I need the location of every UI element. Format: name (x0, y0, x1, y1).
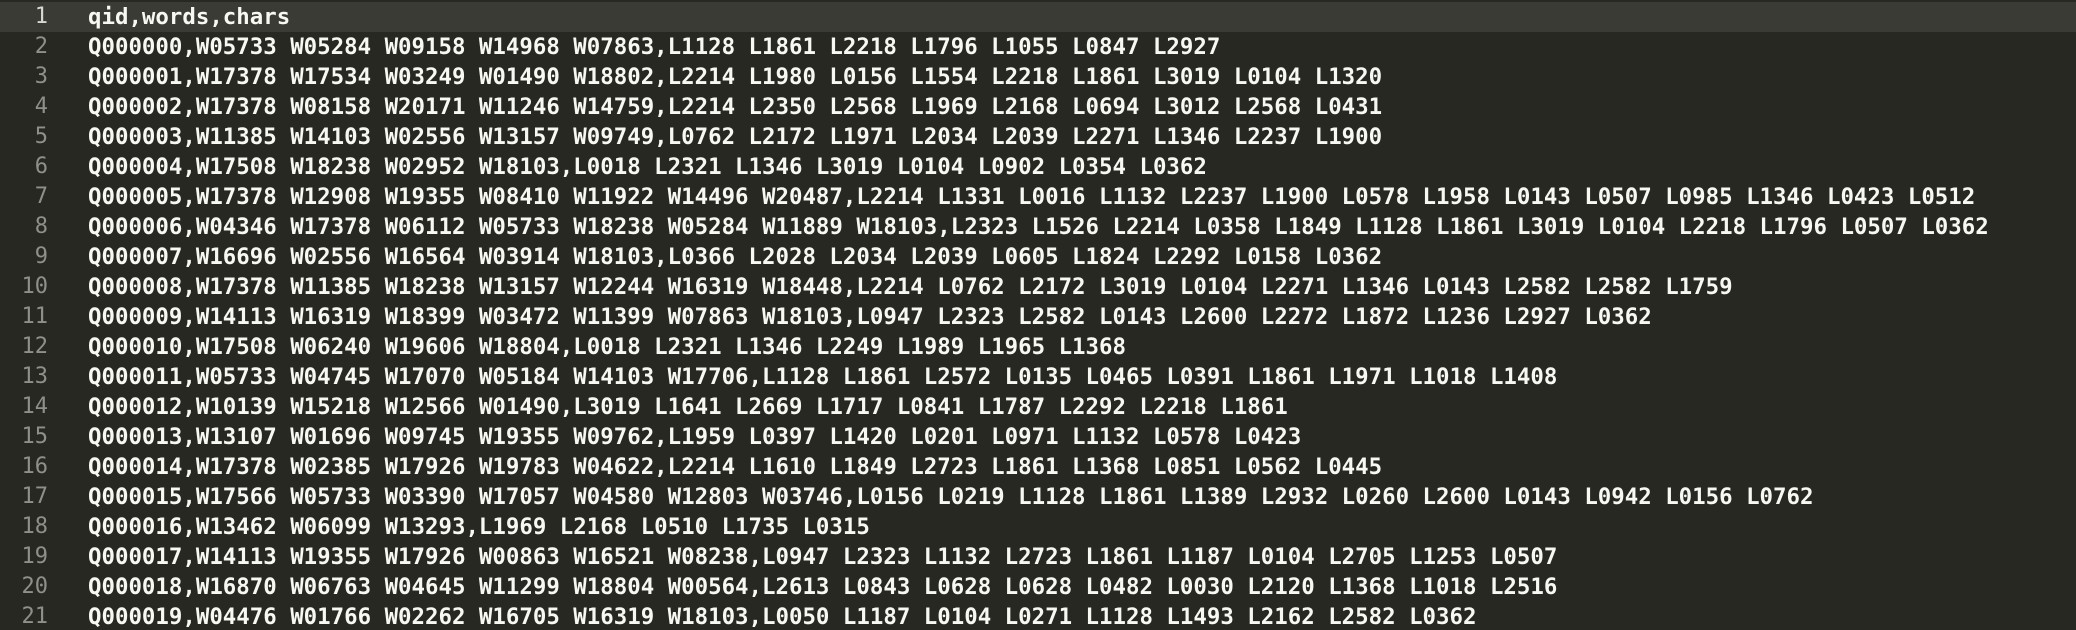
line-text[interactable]: Q000001,W17378 W17534 W03249 W01490 W188… (88, 62, 1382, 92)
line-text[interactable]: Q000002,W17378 W08158 W20171 W11246 W147… (88, 92, 1382, 122)
line-number: 12 (21, 334, 49, 359)
line-text[interactable]: Q000012,W10139 W15218 W12566 W01490,L301… (88, 392, 1288, 422)
line-text[interactable]: Q000017,W14113 W19355 W17926 W00863 W165… (88, 542, 1557, 572)
line-number: 20 (21, 574, 49, 599)
line-number: 19 (21, 544, 49, 569)
line-number: 4 (34, 94, 48, 119)
line-number: 16 (21, 454, 49, 479)
editor-line[interactable]: 1 qid,words,chars (0, 2, 2076, 32)
line-number: 18 (21, 514, 49, 539)
text-editor[interactable]: 1 qid,words,chars 2 Q000000,W05733 W0528… (0, 0, 2076, 630)
editor-line[interactable]: 9 Q000007,W16696 W02556 W16564 W03914 W1… (0, 242, 2076, 272)
line-number: 5 (34, 124, 48, 149)
editor-line[interactable]: 12 Q000010,W17508 W06240 W19606 W18804,L… (0, 332, 2076, 362)
editor-line[interactable]: 13 Q000011,W05733 W04745 W17070 W05184 W… (0, 362, 2076, 392)
line-text[interactable]: Q000014,W17378 W02385 W17926 W19783 W046… (88, 452, 1382, 482)
line-text[interactable]: Q000015,W17566 W05733 W03390 W17057 W045… (88, 482, 1813, 512)
line-text[interactable]: Q000018,W16870 W06763 W04645 W11299 W188… (88, 572, 1557, 602)
code-area[interactable]: 1 qid,words,chars 2 Q000000,W05733 W0528… (0, 0, 2076, 630)
line-number: 15 (21, 424, 49, 449)
line-text[interactable]: Q000016,W13462 W06099 W13293,L1969 L2168… (88, 512, 870, 542)
line-number: 14 (21, 394, 49, 419)
editor-line[interactable]: 14 Q000012,W10139 W15218 W12566 W01490,L… (0, 392, 2076, 422)
line-text[interactable]: Q000003,W11385 W14103 W02556 W13157 W097… (88, 122, 1382, 152)
line-number: 21 (21, 604, 49, 629)
editor-line[interactable]: 19 Q000017,W14113 W19355 W17926 W00863 W… (0, 542, 2076, 572)
editor-line[interactable]: 17 Q000015,W17566 W05733 W03390 W17057 W… (0, 482, 2076, 512)
editor-line[interactable]: 2 Q000000,W05733 W05284 W09158 W14968 W0… (0, 32, 2076, 62)
line-number: 2 (34, 34, 48, 59)
line-number: 10 (21, 274, 49, 299)
editor-line[interactable]: 15 Q000013,W13107 W01696 W09745 W19355 W… (0, 422, 2076, 452)
editor-line[interactable]: 18 Q000016,W13462 W06099 W13293,L1969 L2… (0, 512, 2076, 542)
line-text[interactable]: Q000005,W17378 W12908 W19355 W08410 W119… (88, 182, 1975, 212)
line-text[interactable]: Q000007,W16696 W02556 W16564 W03914 W181… (88, 242, 1382, 272)
editor-line[interactable]: 16 Q000014,W17378 W02385 W17926 W19783 W… (0, 452, 2076, 482)
editor-line[interactable]: 8 Q000006,W04346 W17378 W06112 W05733 W1… (0, 212, 2076, 242)
line-number: 17 (21, 484, 49, 509)
line-text[interactable]: qid,words,chars (88, 2, 290, 32)
line-text[interactable]: Q000008,W17378 W11385 W18238 W13157 W122… (88, 272, 1733, 302)
line-text[interactable]: Q000019,W04476 W01766 W02262 W16705 W163… (88, 602, 1476, 630)
editor-line[interactable]: 20 Q000018,W16870 W06763 W04645 W11299 W… (0, 572, 2076, 602)
editor-line[interactable]: 11 Q000009,W14113 W16319 W18399 W03472 W… (0, 302, 2076, 332)
line-number: 11 (21, 304, 49, 329)
editor-line[interactable]: 3 Q000001,W17378 W17534 W03249 W01490 W1… (0, 62, 2076, 92)
editor-line[interactable]: 4 Q000002,W17378 W08158 W20171 W11246 W1… (0, 92, 2076, 122)
line-text[interactable]: Q000010,W17508 W06240 W19606 W18804,L001… (88, 332, 1126, 362)
line-number: 6 (34, 154, 48, 179)
line-text[interactable]: Q000013,W13107 W01696 W09745 W19355 W097… (88, 422, 1301, 452)
line-text[interactable]: Q000009,W14113 W16319 W18399 W03472 W113… (88, 302, 1652, 332)
editor-line[interactable]: 10 Q000008,W17378 W11385 W18238 W13157 W… (0, 272, 2076, 302)
line-text[interactable]: Q000004,W17508 W18238 W02952 W18103,L001… (88, 152, 1207, 182)
editor-line[interactable]: 6 Q000004,W17508 W18238 W02952 W18103,L0… (0, 152, 2076, 182)
editor-line[interactable]: 7 Q000005,W17378 W12908 W19355 W08410 W1… (0, 182, 2076, 212)
editor-line[interactable]: 5 Q000003,W11385 W14103 W02556 W13157 W0… (0, 122, 2076, 152)
line-text[interactable]: Q000011,W05733 W04745 W17070 W05184 W141… (88, 362, 1557, 392)
editor-line[interactable]: 21 Q000019,W04476 W01766 W02262 W16705 W… (0, 602, 2076, 630)
line-number: 1 (34, 4, 48, 29)
line-text[interactable]: Q000006,W04346 W17378 W06112 W05733 W182… (88, 212, 1989, 242)
line-text[interactable]: Q000000,W05733 W05284 W09158 W14968 W078… (88, 32, 1220, 62)
line-number: 7 (34, 184, 48, 209)
line-number: 9 (34, 244, 48, 269)
line-number: 8 (34, 214, 48, 239)
line-number: 13 (21, 364, 49, 389)
line-number: 3 (34, 64, 48, 89)
